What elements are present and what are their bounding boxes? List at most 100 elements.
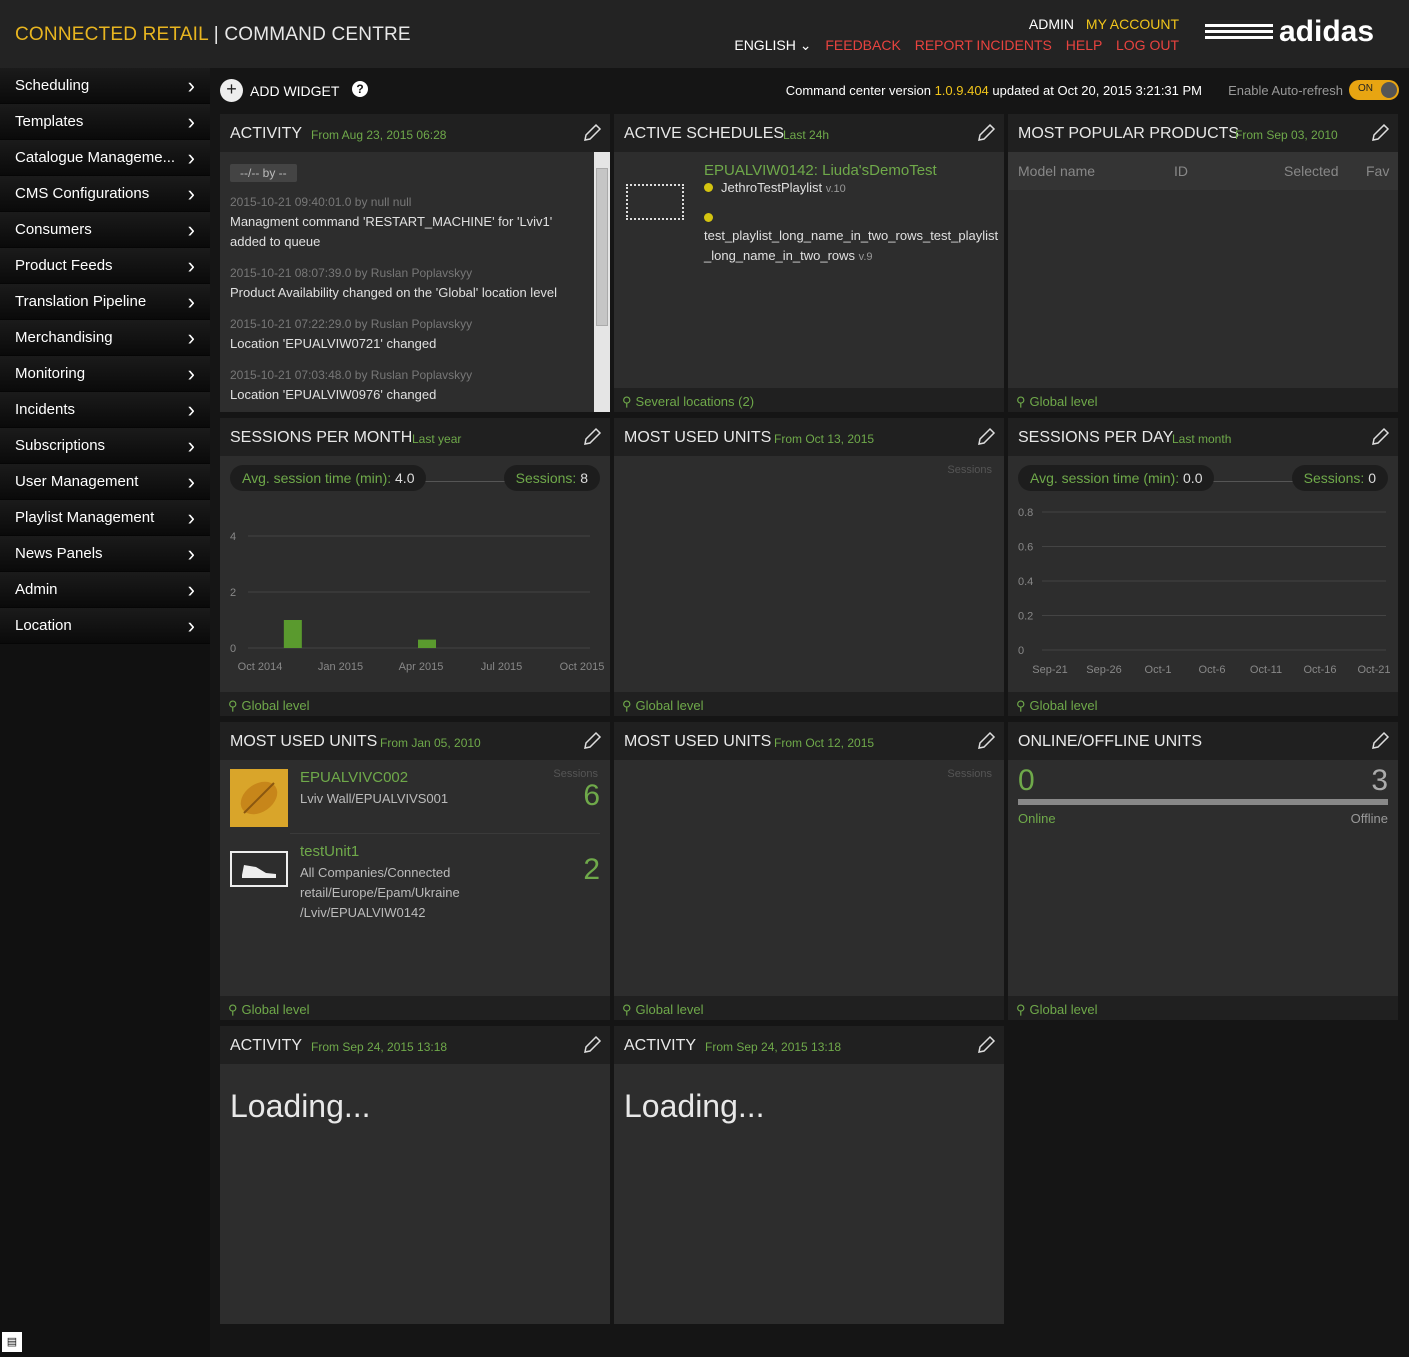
scrollbar-thumb[interactable] [596, 168, 608, 326]
edit-icon[interactable] [976, 427, 996, 447]
sidebar-item-subscriptions[interactable]: Subscriptions › [0, 428, 210, 464]
x-tick-label: Oct-16 [1303, 664, 1336, 676]
footer-label[interactable]: Global level [242, 1002, 310, 1017]
sidebar-item-templates[interactable]: Templates › [0, 104, 210, 140]
sidebar-item-label: User Management [15, 473, 139, 490]
sidebar-item-catalogue-manageme[interactable]: Catalogue Manageme... › [0, 140, 210, 176]
footer-label[interactable]: Global level [636, 698, 704, 713]
activity-meta: 2015-10-21 08:07:39.0 by Ruslan Poplavsk… [230, 266, 473, 280]
add-widget-icon[interactable]: + [220, 79, 243, 102]
unit-row[interactable]: EPUALVIVC002 Lviv Wall/EPUALVIVS001 6 [230, 769, 600, 839]
sidebar-item-label: Incidents [15, 401, 76, 418]
unit-name[interactable]: EPUALVIVC002 [300, 769, 408, 786]
activity-filter[interactable]: --/-- by -- [230, 164, 297, 182]
document-icon[interactable]: ▤ [2, 1332, 22, 1352]
sidebar-item-merchandising[interactable]: Merchandising › [0, 320, 210, 356]
sidebar-item-label: CMS Configurations [15, 185, 150, 202]
sidebar-item-label: Translation Pipeline [15, 293, 147, 310]
footer-label[interactable]: Global level [242, 698, 310, 713]
x-tick-label: Jan 2015 [318, 661, 363, 673]
sidebar-item-monitoring[interactable]: Monitoring › [0, 356, 210, 392]
sidebar-item-product-feeds[interactable]: Product Feeds › [0, 248, 210, 284]
sidebar-item-label: Admin [15, 581, 58, 598]
x-tick-label: Sep-26 [1086, 664, 1121, 676]
activity-meta: 2015-10-21 09:40:01.0 by null null [230, 195, 412, 209]
unit-row[interactable]: testUnit1 All Companies/Connected retail… [230, 843, 600, 933]
chevron-right-icon: › [187, 108, 195, 134]
footer-label[interactable]: Global level [1030, 698, 1098, 713]
playlist-version: v.10 [825, 183, 846, 195]
chevron-right-icon: › [187, 360, 195, 386]
column-header[interactable]: Fav [1366, 163, 1389, 179]
widget-footer: ⚲ Global level [614, 996, 1004, 1020]
edit-icon[interactable] [582, 731, 602, 751]
online-count: 0 [1018, 764, 1035, 797]
footer-label[interactable]: Global level [1030, 1002, 1098, 1017]
autorefresh-toggle[interactable]: ON [1349, 80, 1399, 100]
add-widget-button[interactable]: ADD WIDGET [250, 83, 339, 99]
app-title: CONNECTED RETAIL | COMMAND CENTRE [15, 24, 411, 46]
bar[interactable] [283, 620, 302, 648]
edit-icon[interactable] [582, 123, 602, 143]
widget-header: SESSIONS PER DAY Last month [1008, 418, 1398, 456]
edit-icon[interactable] [976, 731, 996, 751]
sidebar-item-news-panels[interactable]: News Panels › [0, 536, 210, 572]
widget-subtitle: From Sep 24, 2015 13:18 [311, 1040, 448, 1054]
location-pin-icon: ⚲ [622, 1002, 632, 1017]
footer-label[interactable]: Global level [1030, 394, 1098, 409]
footer-label[interactable]: Global level [636, 1002, 704, 1017]
feedback-link[interactable]: FEEDBACK [825, 37, 900, 53]
edit-icon[interactable] [1370, 123, 1390, 143]
widget-title: ACTIVITY [624, 1037, 697, 1054]
version-info: Command center version 1.0.9.404 updated… [786, 83, 1202, 98]
activity-item: 2015-10-21 07:22:29.0 by Ruslan Poplavsk… [230, 314, 588, 354]
sidebar-item-cms-configurations[interactable]: CMS Configurations › [0, 176, 210, 212]
unit-path: All Companies/Connected retail/Europe/Ep… [300, 865, 460, 920]
my-account-link[interactable]: MY ACCOUNT [1086, 16, 1179, 32]
edit-icon[interactable] [582, 427, 602, 447]
online-label: Online [1018, 811, 1056, 826]
most-used-units-widget: MOST USED UNITS From Oct 12, 2015 Sessio… [614, 722, 1004, 1020]
sidebar-item-admin[interactable]: Admin › [0, 572, 210, 608]
sidebar-item-translation-pipeline[interactable]: Translation Pipeline › [0, 284, 210, 320]
version-number: 1.0.9.404 [934, 83, 989, 98]
widget-subtitle: From Oct 13, 2015 [774, 432, 875, 446]
edit-icon[interactable] [976, 123, 996, 143]
logo-text: adidas [1279, 16, 1374, 48]
location-pin-icon: ⚲ [228, 1002, 238, 1017]
edit-icon[interactable] [976, 1035, 996, 1055]
column-header[interactable]: ID [1174, 163, 1188, 179]
help-link[interactable]: HELP [1066, 37, 1102, 53]
bar[interactable] [418, 639, 436, 648]
activity-item: 2015-10-21 08:07:39.0 by Ruslan Poplavsk… [230, 263, 588, 303]
logout-link[interactable]: LOG OUT [1116, 37, 1179, 53]
avg-session-pill: Avg. session time (min): 4.0 [230, 465, 427, 491]
sessions-label: Sessions: [1303, 470, 1365, 486]
edit-icon[interactable] [582, 1035, 602, 1055]
x-tick-label: Oct-21 [1357, 664, 1390, 676]
unit-name[interactable]: testUnit1 [300, 843, 359, 860]
sidebar-item-label: News Panels [15, 545, 103, 562]
x-tick-label: Oct-6 [1199, 664, 1226, 676]
widget-header: ACTIVITY From Aug 23, 2015 06:28 [220, 114, 610, 152]
active-schedules-widget: ACTIVE SCHEDULES Last 24h EPUALVIW0142: … [614, 114, 1004, 412]
activity-scrollbar[interactable] [594, 152, 610, 412]
edit-icon[interactable] [1370, 731, 1390, 751]
edit-icon[interactable] [1370, 427, 1390, 447]
sidebar-item-incidents[interactable]: Incidents › [0, 392, 210, 428]
sidebar-item-user-management[interactable]: User Management › [0, 464, 210, 500]
schedule-name[interactable]: EPUALVIW0142: Liuda'sDemoTest [704, 162, 937, 179]
chevron-right-icon: › [187, 288, 195, 314]
language-select[interactable]: ENGLISH ⌄ [734, 37, 811, 53]
column-header[interactable]: Model name [1018, 163, 1095, 179]
sidebar-item-playlist-management[interactable]: Playlist Management › [0, 500, 210, 536]
report-incidents-link[interactable]: REPORT INCIDENTS [915, 37, 1052, 53]
sidebar-item-consumers[interactable]: Consumers › [0, 212, 210, 248]
sidebar-item-scheduling[interactable]: Scheduling › [0, 68, 210, 104]
sidebar-item-location[interactable]: Location › [0, 608, 210, 644]
footer-label[interactable]: Several locations (2) [636, 394, 755, 409]
activity-widget: ACTIVITY From Sep 24, 2015 13:18 Loading… [614, 1026, 1004, 1324]
help-icon[interactable]: ? [352, 81, 368, 97]
widget-subtitle: Last month [1172, 432, 1232, 446]
column-header[interactable]: Selected [1284, 163, 1338, 179]
